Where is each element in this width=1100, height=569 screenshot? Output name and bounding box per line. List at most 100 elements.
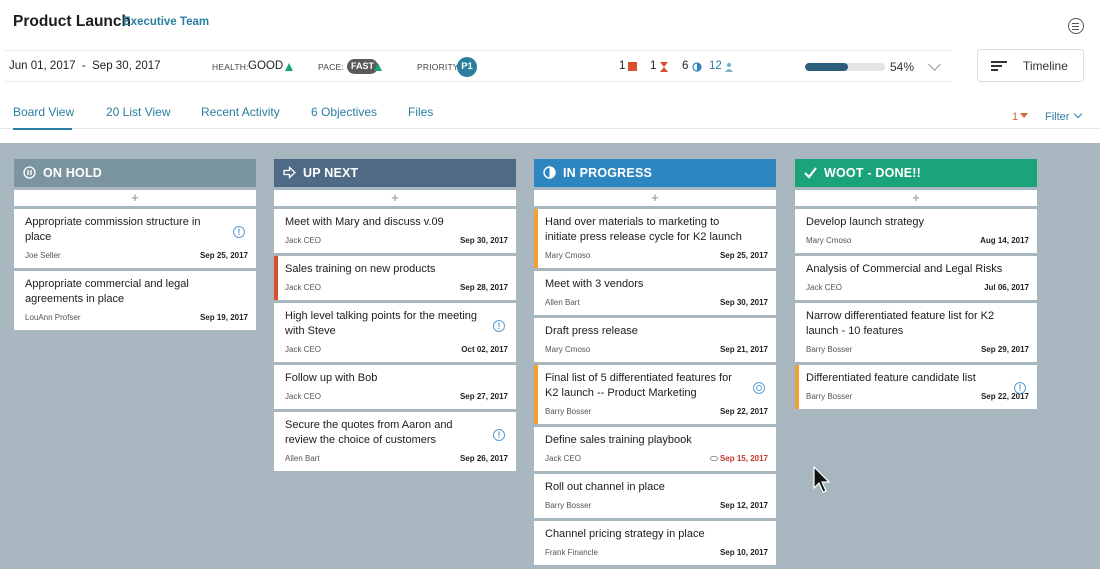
card-due-date: Oct 02, 2017: [461, 345, 508, 354]
card-title: Analysis of Commercial and Legal Risks: [806, 263, 1003, 275]
pace-label: PACE:: [318, 62, 344, 72]
pace-up-icon: [374, 63, 382, 71]
timeline-label: Timeline: [1023, 59, 1068, 73]
column-in-progress: IN PROGRESS + Hand over materials to marke…: [534, 159, 776, 565]
card-title: Develop launch strategy: [806, 216, 925, 228]
tab-recent-activity[interactable]: Recent Activity: [201, 105, 280, 119]
column-header[interactable]: UP NEXT: [274, 159, 516, 187]
card-title: Define sales training playbook: [545, 434, 692, 446]
team-link[interactable]: Executive Team: [123, 16, 209, 28]
project-meta-bar: Jun 01, 2017 - Sep 30, 2017 HEALTH: GOOD…: [4, 50, 952, 82]
column-header[interactable]: IN PROGRESS: [534, 159, 776, 187]
column-title: WOOT - DONE!!: [824, 166, 922, 180]
task-card[interactable]: Roll out channel in place Barry Bosser Sep…: [534, 474, 776, 518]
filter-count[interactable]: 1: [1012, 111, 1018, 123]
funnel-icon: [1020, 113, 1028, 118]
card-owner: Barry Bosser: [545, 407, 592, 416]
issues-count[interactable]: 1: [619, 60, 625, 72]
person-icon: [725, 62, 733, 72]
task-card[interactable]: Analysis of Commercial and Legal Risks Ja…: [795, 256, 1037, 300]
card-title: Differentiated feature candidate list: [806, 372, 976, 384]
tab-files[interactable]: Files: [408, 105, 433, 119]
card-due-date: Sep 30, 2017: [719, 298, 768, 307]
task-card[interactable]: Follow up with Bob Jack CEO Sep 27, 2017: [274, 365, 516, 409]
progress-bar: [805, 63, 885, 71]
overdue-count[interactable]: 1: [650, 60, 656, 72]
add-card-button[interactable]: +: [534, 190, 776, 206]
tab-objectives[interactable]: 6 Objectives: [311, 105, 377, 119]
card-owner: Mary Cmoso: [806, 236, 852, 245]
tab-board-view[interactable]: Board View: [13, 105, 74, 119]
task-card[interactable]: Meet with Mary and discuss v.09 Jack CEO S…: [274, 209, 516, 253]
info-icon[interactable]: !: [233, 226, 245, 238]
card-title: Meet with 3 vendors: [545, 278, 644, 290]
timeline-button[interactable]: Timeline: [977, 49, 1084, 82]
task-card[interactable]: Channel pricing strategy in place Frank F…: [534, 521, 776, 565]
card-owner: Frank Financle: [545, 548, 598, 557]
task-card[interactable]: Hand over materials to marketing to init…: [534, 209, 776, 268]
hourglass-icon: [660, 62, 668, 72]
card-title: Sales training on new products: [285, 263, 436, 275]
task-card[interactable]: Narrow differentiated feature list for K…: [795, 303, 1037, 362]
card-due-date: Sep 29, 2017: [980, 345, 1029, 354]
tab-list-view[interactable]: 20 List View: [106, 105, 170, 119]
task-card[interactable]: Differentiated feature candidate list Bar…: [795, 365, 1037, 409]
task-card[interactable]: Final list of 5 differentiated features …: [534, 365, 776, 424]
card-owner: Allen Bart: [285, 454, 320, 463]
card-due-date: Aug 14, 2017: [980, 236, 1029, 245]
add-card-button[interactable]: +: [795, 190, 1037, 206]
card-owner: Barry Bosser: [545, 501, 592, 510]
active-tab-indicator: [13, 128, 72, 130]
card-title: Hand over materials to marketing to init…: [545, 216, 742, 243]
view-tabs: Board View 20 List View Recent Activity …: [0, 96, 1100, 129]
card-owner: Allen Bart: [545, 298, 580, 307]
checkmark-icon: [804, 166, 817, 179]
menu-icon[interactable]: [1068, 18, 1084, 34]
filter-button[interactable]: Filter: [1045, 111, 1069, 123]
target-icon[interactable]: [753, 382, 765, 394]
chevron-down-icon[interactable]: [928, 58, 941, 71]
date-range[interactable]: Jun 01, 2017 - Sep 30, 2017: [9, 60, 161, 72]
task-card[interactable]: Draft press release Mary Cmoso Sep 21, 201…: [534, 318, 776, 362]
title-bar: Product Launch Executive Team: [0, 0, 1100, 46]
card-due-date: Sep 12, 2017: [719, 501, 768, 510]
health-value[interactable]: GOOD: [248, 60, 283, 72]
info-icon[interactable]: !: [493, 429, 505, 441]
column-header[interactable]: WOOT - DONE!!: [795, 159, 1037, 187]
task-card[interactable]: Define sales training playbook Jack CEO Se…: [534, 427, 776, 471]
members-count[interactable]: 12: [709, 60, 722, 72]
task-card[interactable]: Develop launch strategy Mary Cmoso Aug 14,…: [795, 209, 1037, 253]
column-title: ON HOLD: [43, 166, 103, 180]
project-title: Product Launch: [13, 13, 131, 30]
task-card[interactable]: High level talking points for the meetin…: [274, 303, 516, 362]
card-due-date: Sep 30, 2017: [459, 236, 508, 245]
priority-badge[interactable]: P1: [457, 57, 477, 77]
progress-fill: [805, 63, 849, 71]
card-title: Meet with Mary and discuss v.09: [285, 216, 444, 228]
card-due-date: Sep 19, 2017: [199, 313, 248, 322]
in-progress-count[interactable]: 6: [682, 60, 688, 72]
add-card-button[interactable]: +: [274, 190, 516, 206]
task-card[interactable]: Meet with 3 vendors Allen Bart Sep 30, 201…: [534, 271, 776, 315]
card-due-date: Jul 06, 2017: [984, 283, 1029, 292]
add-card-button[interactable]: +: [14, 190, 256, 206]
info-icon[interactable]: !: [1014, 382, 1026, 394]
card-title: Draft press release: [545, 325, 638, 337]
half-circle-icon: [543, 166, 556, 179]
health-label: HEALTH:: [212, 62, 249, 72]
card-due-date: Sep 15, 2017: [709, 454, 768, 463]
info-icon[interactable]: !: [493, 320, 505, 332]
timeline-icon: [991, 61, 1007, 72]
card-owner: Mary Cmoso: [545, 345, 591, 354]
card-title: Channel pricing strategy in place: [545, 528, 705, 540]
task-card[interactable]: Appropriate commission structure in plac…: [14, 209, 256, 268]
card-due-date: Sep 10, 2017: [719, 548, 768, 557]
card-title: High level talking points for the meetin…: [285, 310, 477, 337]
card-owner: Jack CEO: [285, 283, 322, 292]
task-card[interactable]: Sales training on new products Jack CEO Se…: [274, 256, 516, 300]
kanban-board: ON HOLD + Appropriate commission structure…: [0, 143, 1100, 569]
task-card[interactable]: Appropriate commercial and legal agreeme…: [14, 271, 256, 330]
column-header[interactable]: ON HOLD: [14, 159, 256, 187]
card-title: Follow up with Bob: [285, 372, 378, 384]
task-card[interactable]: Secure the quotes from Aaron and review …: [274, 412, 516, 471]
